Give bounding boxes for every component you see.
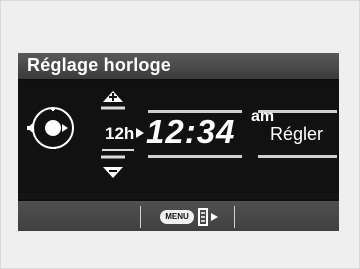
hour-next-arrow-icon <box>136 128 144 138</box>
arrow-down-minus-icon[interactable] <box>98 153 128 181</box>
time-value[interactable]: 12:34 <box>146 113 235 151</box>
hour-format-underline <box>102 149 134 151</box>
arrow-up-plus-icon[interactable] <box>98 88 128 116</box>
menu-label: MENU <box>160 210 194 224</box>
left-divider <box>140 206 141 228</box>
book-next-icon <box>198 208 218 226</box>
time-bottom-line <box>148 155 242 158</box>
page-title: Réglage horloge <box>27 55 172 75</box>
right-divider <box>234 206 235 228</box>
page-frame: Réglage horloge 12h 12:34 am Régler MENU <box>0 0 360 269</box>
title-bar: Réglage horloge <box>18 53 339 81</box>
hour-format-field[interactable]: 12h <box>105 124 134 144</box>
rotary-knob-icon[interactable] <box>24 99 82 157</box>
clock-settings-screen: Réglage horloge 12h 12:34 am Régler MENU <box>18 53 339 231</box>
clock-content: 12h 12:34 am Régler <box>18 81 339 193</box>
set-bottom-line <box>258 155 337 158</box>
time-top-line <box>148 110 242 113</box>
bottom-toolbar: MENU <box>18 199 339 231</box>
set-button[interactable]: Régler <box>270 124 323 145</box>
